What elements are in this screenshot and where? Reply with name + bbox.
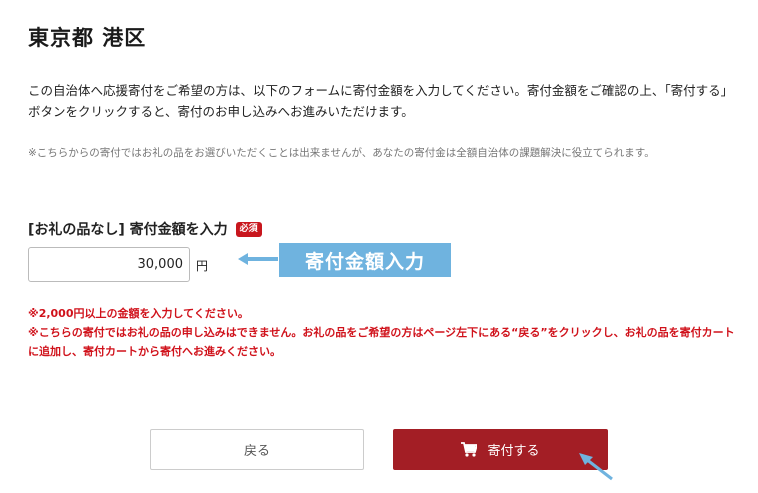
back-button[interactable]: 戻る [150,429,364,470]
warning-messages: ※2,000円以上の金額を入力してください。 ※こちらの寄付ではお礼の品の申し込… [28,304,738,361]
warning-min-amount: ※2,000円以上の金額を入力してください。 [28,307,249,320]
intro-text: この自治体へ応援寄付をご希望の方は、以下のフォームに寄付金額を入力してください。… [28,83,734,119]
cart-icon [461,442,478,457]
donate-button-label: 寄付する [487,444,540,459]
warning-no-gift: ※こちらの寄付ではお礼の品の申し込みはできません。お礼の品をご希望の方はページ左… [28,326,735,358]
left-arrow-icon [238,253,278,265]
note-text: ※こちらからの寄付ではお礼の品をお選びいただくことは出来ませんが、あなたの寄付金… [28,147,655,159]
amount-input[interactable] [28,247,190,282]
required-badge: 必須 [235,221,262,237]
page-title: 東京都 港区 [28,26,147,50]
callout-label: 寄付金額入力 [279,243,451,277]
amount-field-label: [お礼の品なし] 寄付金額を入力 必須 [28,219,262,239]
cursor-arrow-icon [579,453,613,481]
amount-label-text: [お礼の品なし] 寄付金額を入力 [28,222,228,238]
yen-unit: 円 [196,259,209,273]
